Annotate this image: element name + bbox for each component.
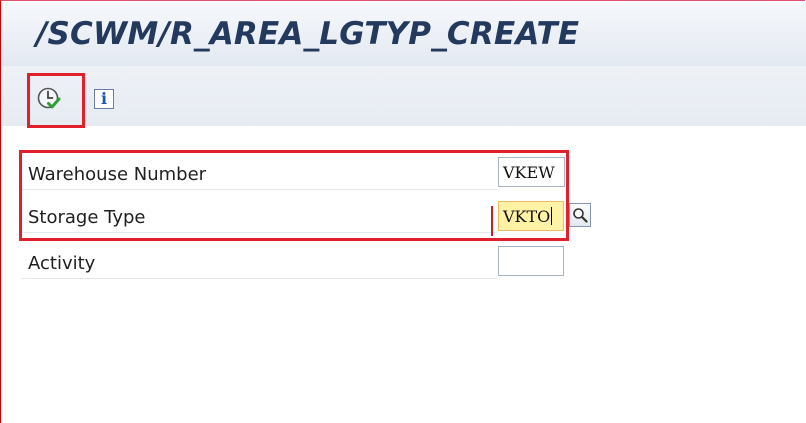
warehouse-number-row: Warehouse Number xyxy=(22,158,497,190)
page-title: /SCWM/R_AREA_LGTYP_CREATE xyxy=(36,16,580,52)
activity-label: Activity xyxy=(28,253,96,274)
execute-button[interactable] xyxy=(34,84,64,114)
execute-clock-check-icon xyxy=(37,87,61,109)
title-bar: /SCWM/R_AREA_LGTYP_CREATE xyxy=(2,2,806,67)
application-toolbar xyxy=(2,66,806,126)
activity-field[interactable] xyxy=(498,246,564,276)
text-cursor xyxy=(551,207,553,225)
information-button[interactable]: i xyxy=(89,84,119,114)
warehouse-number-label: Warehouse Number xyxy=(28,164,207,185)
info-icon: i xyxy=(94,89,114,109)
magnifier-icon xyxy=(573,208,588,223)
storage-type-value: VKTO xyxy=(503,207,551,226)
storage-type-label: Storage Type xyxy=(28,207,146,228)
storage-type-field[interactable]: VKTO xyxy=(498,201,564,231)
activity-row: Activity xyxy=(22,247,497,279)
warehouse-number-field[interactable]: VKEW xyxy=(498,157,565,187)
search-help-button[interactable] xyxy=(569,203,591,227)
storage-type-row: Storage Type xyxy=(22,201,497,233)
focus-marker xyxy=(491,206,493,236)
